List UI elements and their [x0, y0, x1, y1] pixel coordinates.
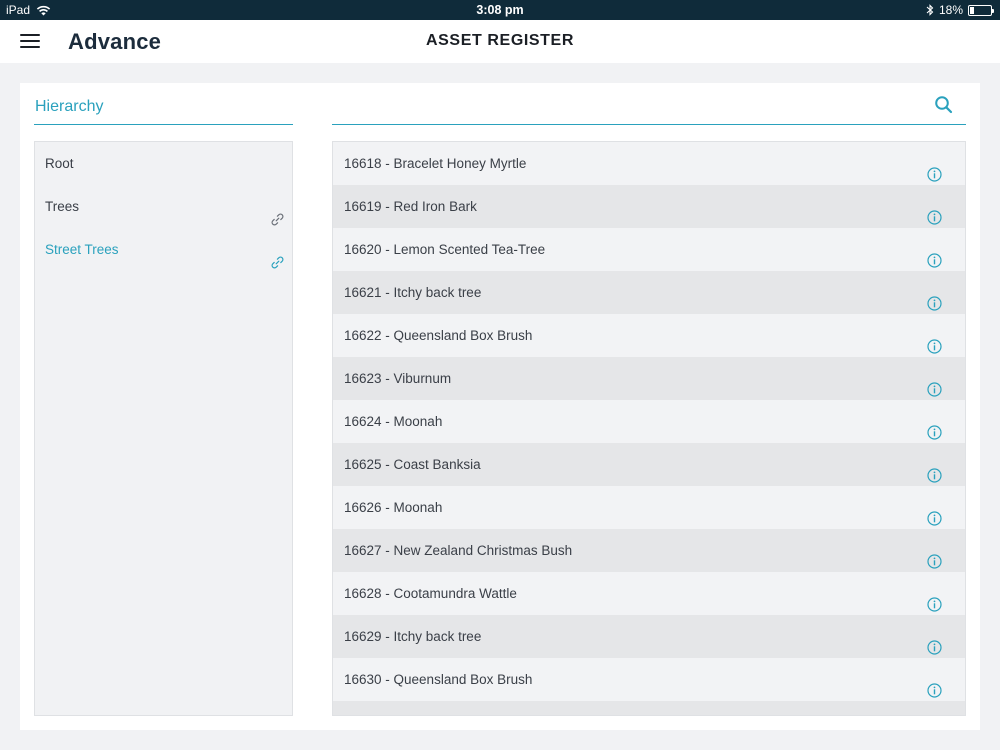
hierarchy-item[interactable]: Street Trees: [35, 228, 292, 271]
asset-row[interactable]: 16625 - Coast Banksia: [333, 443, 965, 486]
asset-list: 16618 - Bracelet Honey Myrtle 16619 - Red…: [332, 141, 966, 716]
asset-row[interactable]: 16627 - New Zealand Christmas Bush: [333, 529, 965, 572]
link-icon[interactable]: [271, 200, 284, 226]
bluetooth-icon: [926, 4, 934, 16]
hierarchy-item[interactable]: Root: [35, 142, 292, 185]
asset-label: 16619 - Red Iron Bark: [344, 199, 477, 214]
page-title: ASSET REGISTER: [426, 32, 574, 49]
hierarchy-item-label: Street Trees: [45, 242, 119, 257]
info-icon[interactable]: [927, 414, 942, 440]
info-icon[interactable]: [927, 500, 942, 526]
asset-label: 16628 - Cootamundra Wattle: [344, 586, 517, 601]
app-header: Advance ASSET REGISTER: [0, 20, 1000, 63]
status-bar: iPad 3:08 pm 18%: [0, 0, 1000, 20]
asset-row[interactable]: 16620 - Lemon Scented Tea-Tree: [333, 228, 965, 271]
info-icon[interactable]: [927, 543, 942, 569]
info-icon[interactable]: [927, 328, 942, 354]
asset-row[interactable]: 16624 - Moonah: [333, 400, 965, 443]
asset-list-divider: [332, 124, 966, 125]
asset-row[interactable]: 16619 - Red Iron Bark: [333, 185, 965, 228]
link-icon[interactable]: [271, 243, 284, 269]
asset-row[interactable]: [333, 701, 965, 716]
hierarchy-panel: Root Trees Street Trees: [34, 141, 293, 716]
info-icon[interactable]: [927, 629, 942, 655]
asset-label: 16620 - Lemon Scented Tea-Tree: [344, 242, 546, 257]
hierarchy-divider: [34, 124, 293, 125]
info-icon[interactable]: [927, 285, 942, 311]
asset-label: 16622 - Queensland Box Brush: [344, 328, 533, 343]
hierarchy-title: Hierarchy: [35, 98, 104, 115]
info-icon[interactable]: [927, 672, 942, 698]
asset-label: 16627 - New Zealand Christmas Bush: [344, 543, 573, 558]
asset-row[interactable]: 16630 - Queensland Box Brush: [333, 658, 965, 701]
asset-label: 16626 - Moonah: [344, 500, 443, 515]
asset-row[interactable]: 16621 - Itchy back tree: [333, 271, 965, 314]
asset-label: 16625 - Coast Banksia: [344, 457, 481, 472]
info-icon[interactable]: [927, 156, 942, 182]
search-icon[interactable]: [934, 95, 954, 115]
asset-row[interactable]: 16626 - Moonah: [333, 486, 965, 529]
asset-row[interactable]: 16629 - Itchy back tree: [333, 615, 965, 658]
battery-percent: 18%: [938, 3, 963, 17]
info-icon[interactable]: [927, 242, 942, 268]
asset-row[interactable]: 16623 - Viburnum: [333, 357, 965, 400]
asset-row[interactable]: 16622 - Queensland Box Brush: [333, 314, 965, 357]
asset-label: 16624 - Moonah: [344, 414, 443, 429]
hierarchy-item-label: Trees: [45, 199, 80, 214]
asset-label: 16621 - Itchy back tree: [344, 285, 482, 300]
battery-icon: [968, 4, 994, 16]
hierarchy-item[interactable]: Trees: [35, 185, 292, 228]
asset-label: 16629 - Itchy back tree: [344, 629, 482, 644]
asset-row[interactable]: 16628 - Cootamundra Wattle: [333, 572, 965, 615]
asset-label: 16623 - Viburnum: [344, 371, 452, 386]
info-icon[interactable]: [927, 371, 942, 397]
asset-row[interactable]: 16618 - Bracelet Honey Myrtle: [333, 142, 965, 185]
status-time: 3:08 pm: [476, 3, 524, 17]
hierarchy-item-label: Root: [45, 156, 74, 171]
main-card: Hierarchy Root Trees Street Trees 16618 - …: [20, 83, 980, 730]
info-icon[interactable]: [927, 457, 942, 483]
info-icon[interactable]: [927, 715, 942, 716]
info-icon[interactable]: [927, 586, 942, 612]
asset-label: 16630 - Queensland Box Brush: [344, 672, 533, 687]
info-icon[interactable]: [927, 199, 942, 225]
asset-label: 16618 - Bracelet Honey Myrtle: [344, 156, 527, 171]
